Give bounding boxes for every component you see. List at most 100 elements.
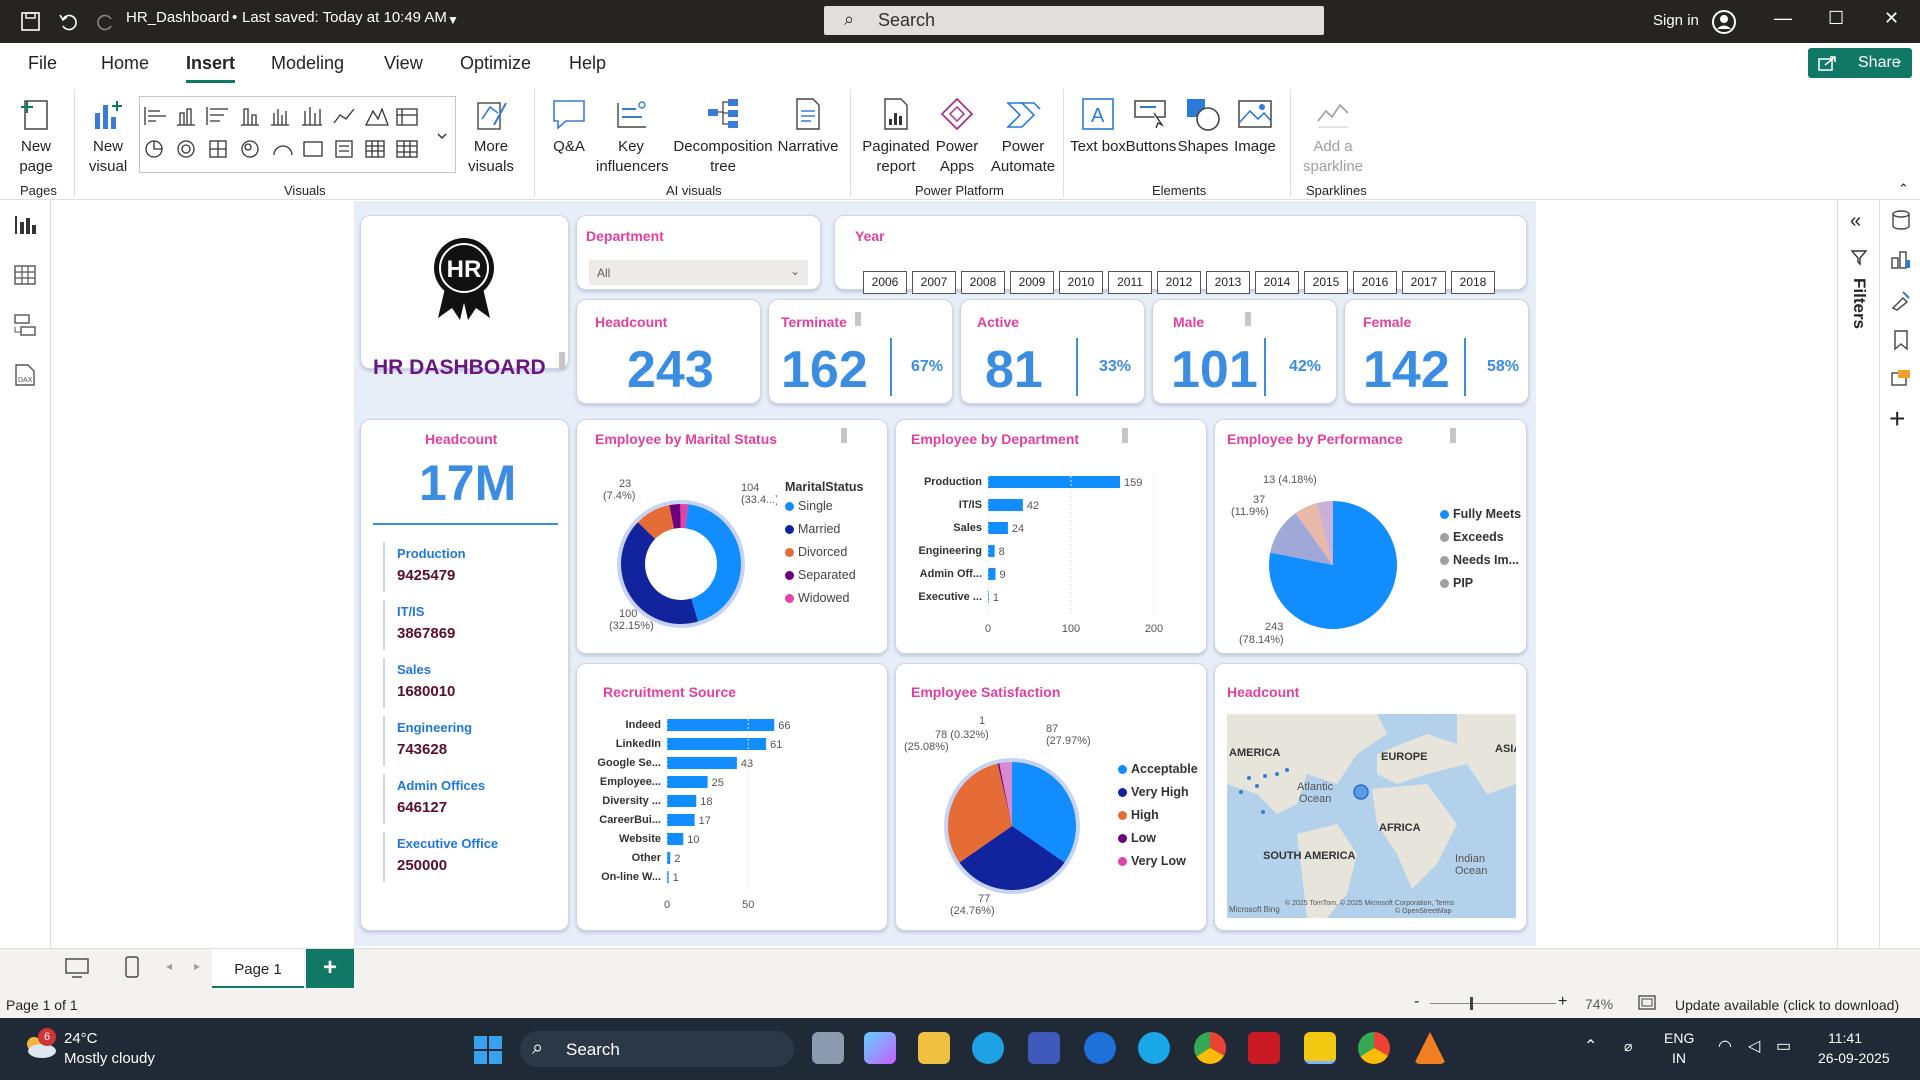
zoom-out-icon[interactable]: - [1414, 993, 1419, 1011]
format-pane-icon[interactable] [1889, 288, 1913, 312]
minimize-icon[interactable]: — [1774, 8, 1792, 29]
clock-date[interactable]: 26-09-2025 [1818, 1050, 1890, 1066]
chevron-down-icon[interactable]: ▼ [447, 13, 459, 27]
save-icon[interactable] [20, 11, 42, 33]
year-2017-button[interactable]: 2017 [1402, 271, 1446, 294]
data-pane-icon[interactable] [1889, 208, 1913, 232]
shapes-button[interactable]: Shapes [1176, 95, 1230, 157]
dax-query-icon[interactable]: DAX [12, 362, 38, 388]
decomposition-tree-button[interactable]: Decomposition tree [670, 95, 776, 177]
last-saved[interactable]: Last saved: Today at 10:49 AM [242, 9, 447, 26]
year-2009-button[interactable]: 2009 [1010, 271, 1054, 294]
help-icon[interactable] [1138, 1032, 1170, 1064]
legend-item[interactable]: Widowed [785, 591, 849, 605]
menu-modeling[interactable]: Modeling [271, 53, 344, 74]
menu-home[interactable]: Home [101, 53, 149, 74]
legend-item[interactable]: Single [785, 499, 833, 513]
year-2012-button[interactable]: 2012 [1157, 271, 1201, 294]
year-2015-button[interactable]: 2015 [1304, 271, 1348, 294]
menu-help[interactable]: Help [569, 53, 606, 74]
legend-item[interactable]: Low [1118, 831, 1156, 845]
year-2018-button[interactable]: 2018 [1451, 271, 1495, 294]
zoom-slider-thumb[interactable] [1470, 997, 1473, 1010]
redo-icon[interactable] [96, 11, 116, 31]
legend-item[interactable]: Fully Meets [1440, 507, 1521, 521]
year-2007-button[interactable]: 2007 [912, 271, 956, 294]
year-2013-button[interactable]: 2013 [1206, 271, 1250, 294]
battery-icon[interactable]: ▭ [1776, 1036, 1791, 1056]
zoom-in-icon[interactable]: + [1558, 993, 1567, 1011]
image-button[interactable]: Image [1228, 95, 1282, 157]
fit-to-page-icon[interactable] [1637, 994, 1657, 1012]
copilot-icon[interactable] [864, 1032, 896, 1064]
desktop-layout-icon[interactable] [64, 957, 90, 979]
add-pane-icon[interactable]: + [1889, 405, 1905, 433]
key-influencers-button[interactable]: Key influencers [596, 95, 669, 177]
year-2010-button[interactable]: 2010 [1059, 271, 1103, 294]
share-button[interactable]: Share ⌄ [1808, 48, 1912, 78]
language-label[interactable]: ENG [1664, 1030, 1694, 1046]
legend-item[interactable]: High [1118, 808, 1159, 822]
prev-page-icon[interactable]: ◂ [166, 959, 172, 973]
collapse-ribbon-icon[interactable]: ⌃ [1898, 181, 1909, 197]
buttons-button[interactable]: Buttons [1124, 95, 1178, 157]
task-view-icon[interactable] [812, 1032, 844, 1064]
next-page-icon[interactable]: ▸ [194, 959, 200, 973]
maximize-icon[interactable]: ☐ [1828, 8, 1844, 29]
clock-time[interactable]: 11:41 [1828, 1030, 1862, 1046]
selection-pane-icon[interactable] [1889, 368, 1913, 392]
update-link[interactable]: Update available (click to download) [1675, 997, 1899, 1013]
store-icon[interactable] [1028, 1032, 1060, 1064]
paginated-report-button[interactable]: Paginated report [858, 95, 934, 177]
power-bi-icon[interactable] [1304, 1032, 1336, 1064]
volume-icon[interactable]: ◁ [1748, 1036, 1760, 1056]
hp-icon[interactable] [1084, 1032, 1116, 1064]
legend-item[interactable]: Divorced [785, 545, 847, 559]
visual-gallery-icons[interactable] [140, 97, 455, 172]
year-2016-button[interactable]: 2016 [1353, 271, 1397, 294]
year-2011-button[interactable]: 2011 [1108, 271, 1152, 294]
chrome-profile-icon[interactable] [1358, 1032, 1390, 1064]
tray-chevron-icon[interactable]: ⌃ [1584, 1036, 1597, 1056]
account-icon[interactable] [1711, 9, 1737, 35]
bookmark-icon[interactable] [1889, 328, 1913, 352]
mobile-layout-icon[interactable] [124, 955, 140, 979]
map-svg[interactable]: AMERICA EUROPE ASIA Atlantic Ocean AFRIC… [1227, 714, 1516, 918]
legend-item[interactable]: Married [785, 522, 840, 536]
menu-file[interactable]: File [28, 53, 57, 74]
menu-optimize[interactable]: Optimize [460, 53, 531, 74]
zoom-slider[interactable] [1430, 1003, 1556, 1004]
add-sparkline-button[interactable]: Add a sparkline [1298, 95, 1368, 177]
model-view-icon[interactable] [12, 312, 38, 338]
table-view-icon[interactable] [12, 262, 38, 288]
text-box-button[interactable]: A Text box [1070, 95, 1126, 157]
narrative-button[interactable]: Narrative [776, 95, 840, 157]
power-apps-button[interactable]: Power Apps [930, 95, 984, 177]
legend-item[interactable]: Needs Im... [1440, 553, 1519, 567]
search-input[interactable]: ⌕ Search [824, 6, 1324, 35]
vlc-icon[interactable] [1414, 1032, 1446, 1064]
department-dropdown[interactable]: All ⌄ [589, 260, 808, 285]
qa-button[interactable]: Q&A [544, 95, 594, 157]
network-off-icon[interactable]: ⌀ [1624, 1038, 1632, 1055]
edge-icon[interactable] [972, 1032, 1004, 1064]
chrome-icon[interactable] [1194, 1032, 1226, 1064]
menu-insert[interactable]: Insert [186, 53, 236, 83]
mcafee-icon[interactable] [1248, 1032, 1280, 1064]
file-explorer-icon[interactable] [918, 1032, 950, 1064]
wifi-icon[interactable]: ◠ [1718, 1036, 1732, 1056]
close-icon[interactable]: ✕ [1884, 8, 1899, 29]
filter-icon[interactable] [1850, 248, 1868, 266]
add-page-button[interactable]: + [306, 949, 354, 989]
legend-item[interactable]: Very Low [1118, 854, 1186, 868]
legend-item[interactable]: PIP [1440, 576, 1473, 590]
menu-view[interactable]: View [384, 53, 423, 74]
power-automate-button[interactable]: Power Automate [988, 95, 1058, 177]
year-2014-button[interactable]: 2014 [1255, 271, 1299, 294]
legend-item[interactable]: Separated [785, 568, 856, 582]
legend-item[interactable]: Very High [1118, 785, 1189, 799]
new-visual-button[interactable]: New visual [80, 95, 136, 177]
filters-label[interactable]: Filters [1849, 278, 1869, 329]
taskbar-search[interactable]: ⌕ Search [520, 1031, 794, 1067]
legend-item[interactable]: Acceptable [1118, 762, 1198, 776]
